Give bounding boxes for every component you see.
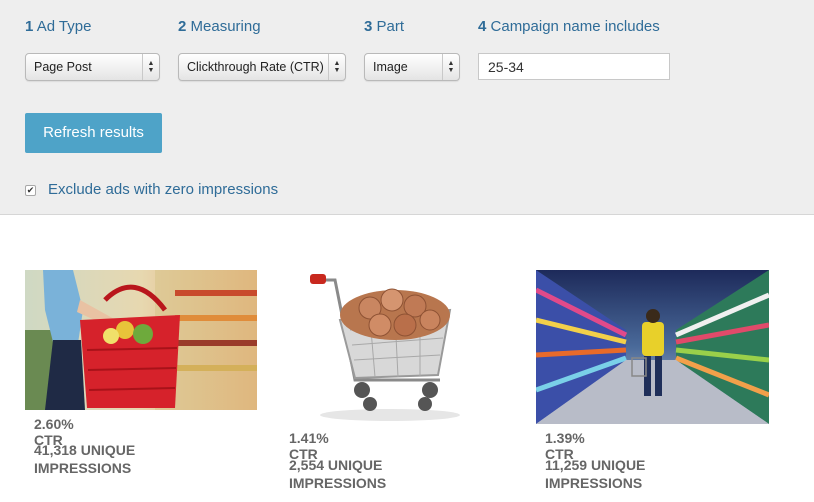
impressions-label: IMPRESSIONS	[289, 475, 387, 491]
measuring-value: Clickthrough Rate (CTR)	[187, 60, 324, 74]
step-number: 2	[178, 18, 187, 35]
part-select[interactable]: Image ▲ ▼	[364, 53, 460, 81]
select-arrows-icon: ▲ ▼	[142, 54, 159, 80]
exclude-zero-checkbox[interactable]: ✔	[25, 185, 36, 196]
impressions-count: 11,259 UNIQUE	[545, 457, 646, 473]
step-title: Part	[376, 18, 405, 35]
impressions-count: 41,318 UNIQUE	[34, 442, 136, 458]
ad-type-select[interactable]: Page Post ▲ ▼	[25, 53, 160, 81]
filter-panel: 1 Ad Type 2 Measuring 3 Part 4 Campaign …	[0, 0, 814, 215]
impressions-value: 41,318 UNIQUE IMPRESSIONS	[34, 441, 174, 477]
impressions-count: 2,554 UNIQUE	[289, 457, 383, 473]
woman-shopping-basket-photo	[25, 270, 257, 410]
impressions-value: 2,554 UNIQUE IMPRESSIONS	[289, 456, 429, 492]
refresh-results-button[interactable]: Refresh results	[25, 113, 162, 153]
cart-with-coins-photo	[280, 270, 475, 424]
step-title: Measuring	[190, 18, 261, 35]
step-number: 4	[478, 18, 487, 35]
exclude-zero-label: Exclude ads with zero impressions	[48, 181, 279, 198]
step-title: Ad Type	[36, 18, 92, 35]
select-arrows-icon: ▲ ▼	[328, 54, 345, 80]
select-arrows-icon: ▲ ▼	[442, 54, 459, 80]
step-1-label: 1 Ad Type	[25, 18, 91, 35]
step-4-label: 4 Campaign name includes	[478, 18, 660, 35]
campaign-name-input[interactable]	[478, 53, 670, 80]
step-number: 3	[364, 18, 373, 35]
measuring-select[interactable]: Clickthrough Rate (CTR) ▲ ▼	[178, 53, 346, 81]
part-value: Image	[373, 60, 408, 74]
impressions-label: IMPRESSIONS	[545, 475, 643, 491]
step-title: Campaign name includes	[490, 18, 660, 35]
impressions-value: 11,259 UNIQUE IMPRESSIONS	[545, 456, 685, 492]
step-number: 1	[25, 18, 34, 35]
impressions-label: IMPRESSIONS	[34, 460, 132, 476]
step-3-label: 3 Part	[364, 18, 404, 35]
step-2-label: 2 Measuring	[178, 18, 261, 35]
supermarket-aisle-photo	[536, 270, 769, 424]
ad-type-value: Page Post	[34, 60, 92, 74]
